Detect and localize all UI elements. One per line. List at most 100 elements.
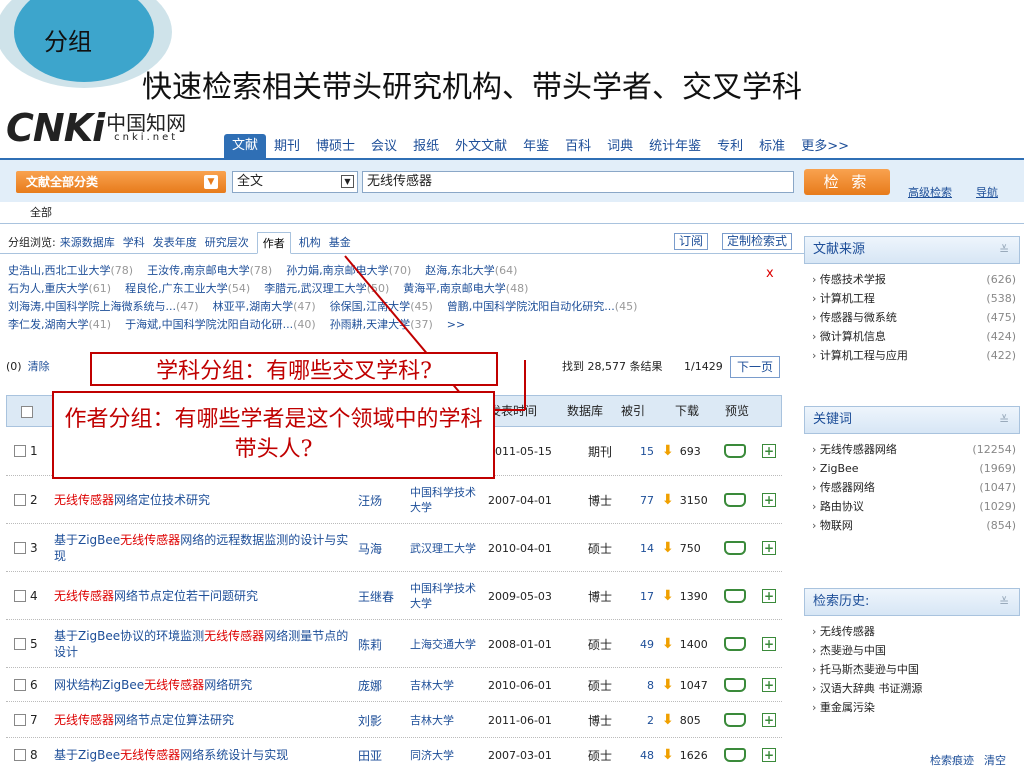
cite-count[interactable]: 77 (618, 476, 654, 524)
author-link[interactable]: 孙雨耕,天津大学 (330, 318, 411, 331)
plus-icon[interactable]: + (762, 444, 776, 458)
cite-count[interactable]: 48 (618, 738, 654, 768)
sidebar-item[interactable]: 传感技术学报 (626) (804, 270, 1020, 289)
download-cell[interactable]: ⬇ 1390 (662, 572, 718, 620)
download-cell[interactable]: ⬇ 1047 (662, 668, 718, 702)
sidebar-item[interactable]: 计算机工程与应用 (422) (804, 346, 1020, 365)
plus-icon[interactable]: + (762, 541, 776, 555)
tab-6[interactable]: 年鉴 (515, 136, 557, 158)
article-title-text[interactable]: 无线传感器网络定位技术研究 (54, 492, 210, 508)
sidebar-item[interactable]: 微计算机信息 (424) (804, 327, 1020, 346)
download-cell[interactable]: ⬇ 3150 (662, 476, 718, 524)
tab-8[interactable]: 词典 (599, 136, 641, 158)
tab-9[interactable]: 统计年鉴 (641, 136, 709, 158)
sidebar-item[interactable]: 托马斯杰斐逊与中国 (804, 660, 1020, 679)
sidebar-item[interactable]: 传感器网络 (1047) (804, 478, 1020, 497)
author-link[interactable]: 程良伦,广东工业大学 (125, 282, 228, 295)
select-all-checkbox[interactable] (21, 396, 33, 426)
search-trace-link[interactable]: 检索痕迹 (930, 752, 974, 768)
source-link[interactable]: 吉林大学 (410, 668, 484, 702)
book-icon[interactable] (724, 493, 746, 507)
book-icon[interactable] (724, 637, 746, 651)
plus-icon[interactable]: + (762, 589, 776, 603)
article-title-text[interactable]: 基于ZigBee无线传感器网络系统设计与实现 (54, 747, 288, 763)
sidebar-item[interactable]: 传感器与微系统 (475) (804, 308, 1020, 327)
plus-icon[interactable]: + (762, 493, 776, 507)
tab-2[interactable]: 博硕士 (308, 136, 363, 158)
row-checkbox[interactable] (14, 445, 26, 457)
group-tab-6[interactable]: 基金 (329, 232, 351, 253)
download-icon[interactable]: ⬇ (662, 712, 674, 728)
sidebar-item[interactable]: 无线传感器网络 (12254) (804, 440, 1020, 459)
article-title-text[interactable]: 无线传感器网络节点定位算法研究 (54, 712, 234, 728)
author-link[interactable]: 刘影 (358, 702, 410, 738)
row-checkbox[interactable] (14, 749, 26, 761)
keywords-panel-header[interactable]: 关键词 ≚ (804, 406, 1020, 434)
article-title-text[interactable]: 无线传感器网络节点定位若干问题研究 (54, 588, 258, 604)
plus-icon[interactable]: + (762, 637, 776, 651)
tab-10[interactable]: 专利 (709, 136, 751, 158)
author-link[interactable]: 石为人,重庆大学 (8, 282, 89, 295)
source-panel-header[interactable]: 文献来源 ≚ (804, 236, 1020, 264)
download-icon[interactable]: ⬇ (662, 588, 674, 604)
clear-history-link[interactable]: 清空 (984, 752, 1006, 768)
author-link[interactable]: 王继春 (358, 572, 410, 620)
author-link[interactable]: 史浩山,西北工业大学 (8, 264, 111, 277)
tab-12[interactable]: 更多>> (793, 136, 857, 158)
row-checkbox[interactable] (14, 590, 26, 602)
download-cell[interactable]: ⬇ 1626 (662, 738, 718, 768)
close-icon[interactable]: x (766, 266, 774, 281)
article-title[interactable]: 基于ZigBee协议的环境监测无线传感器网络测量节点的设计 (54, 620, 350, 668)
cite-count[interactable]: 49 (618, 620, 654, 668)
cite-count[interactable]: 15 (618, 426, 654, 476)
sidebar-item[interactable]: ZigBee (1969) (804, 459, 1020, 478)
group-tab-5[interactable]: 机构 (299, 232, 321, 253)
col-date[interactable]: 发表时间 (489, 396, 537, 426)
add-cell[interactable]: + (762, 620, 782, 668)
advanced-search-link[interactable]: 高级检索 (908, 184, 952, 200)
sidebar-item[interactable]: 路由协议 (1029) (804, 497, 1020, 516)
navigation-link[interactable]: 导航 (976, 184, 998, 200)
cite-count[interactable]: 8 (618, 668, 654, 702)
source-link[interactable]: 同济大学 (410, 738, 484, 768)
author-link[interactable]: 李仁发,湖南大学 (8, 318, 89, 331)
download-icon[interactable]: ⬇ (662, 540, 674, 556)
history-panel-header[interactable]: 检索历史: ≚ (804, 588, 1020, 616)
article-title[interactable]: 基于ZigBee无线传感器网络的远程数据监测的设计与实现 (54, 524, 350, 572)
tab-5[interactable]: 外文文献 (447, 136, 515, 158)
author-link[interactable]: 赵海,东北大学 (425, 264, 495, 277)
sidebar-item[interactable]: 计算机工程 (538) (804, 289, 1020, 308)
book-icon[interactable] (724, 713, 746, 727)
field-select[interactable]: 全文 ▼ (232, 171, 358, 193)
author-link[interactable]: 马海 (358, 524, 410, 572)
row-checkbox[interactable] (14, 494, 26, 506)
search-input[interactable]: 无线传感器 (362, 171, 794, 193)
author-link[interactable]: 汪炀 (358, 476, 410, 524)
preview-cell[interactable] (724, 668, 754, 702)
download-cell[interactable]: ⬇ 693 (662, 426, 718, 476)
preview-cell[interactable] (724, 524, 754, 572)
plus-icon[interactable]: + (762, 713, 776, 727)
add-cell[interactable]: + (762, 738, 782, 768)
tab-0[interactable]: 文献 (224, 134, 267, 158)
download-icon[interactable]: ⬇ (662, 747, 674, 763)
col-database[interactable]: 数据库 (567, 396, 603, 426)
author-link[interactable]: 黄海平,南京邮电大学 (403, 282, 506, 295)
sidebar-item[interactable]: 杰斐逊与中国 (804, 641, 1020, 660)
row-checkbox[interactable] (14, 679, 26, 691)
book-icon[interactable] (724, 589, 746, 603)
author-link[interactable]: 曾鹏,中国科学院沈阳自动化研究... (447, 300, 615, 313)
preview-cell[interactable] (724, 426, 754, 476)
author-link[interactable]: 林亚平,湖南大学 (213, 300, 294, 313)
author-link[interactable]: 田亚 (358, 738, 410, 768)
subscribe-button[interactable]: 订阅 (674, 233, 709, 250)
group-tab-0[interactable]: 来源数据库 (60, 232, 115, 253)
author-link[interactable]: 孙力娟,南京邮电大学 (286, 264, 389, 277)
group-tab-2[interactable]: 发表年度 (153, 232, 197, 253)
author-link[interactable]: 李腊元,武汉理工大学 (264, 282, 367, 295)
row-checkbox[interactable] (14, 542, 26, 554)
group-tab-1[interactable]: 学科 (123, 232, 145, 253)
col-cite[interactable]: 被引 (621, 396, 645, 426)
source-link[interactable]: 中国科学技术大学 (410, 572, 484, 620)
article-title[interactable]: 基于ZigBee无线传感器网络系统设计与实现 (54, 738, 350, 768)
